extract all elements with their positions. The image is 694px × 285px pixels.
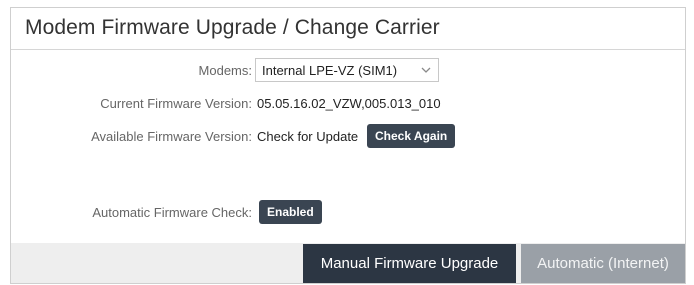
firmware-panel: Modem Firmware Upgrade / Change Carrier … <box>10 7 686 284</box>
current-version-label: Current Firmware Version: <box>100 96 252 111</box>
modems-label: Modems: <box>198 63 252 78</box>
modems-select[interactable]: Internal LPE-VZ (SIM1) <box>255 58 439 82</box>
auto-check-toggle-button[interactable]: Enabled <box>259 200 322 224</box>
panel-title: Modem Firmware Upgrade / Change Carrier <box>25 16 440 39</box>
title-divider <box>11 49 685 50</box>
auto-check-label: Automatic Firmware Check: <box>92 205 252 220</box>
available-version-label: Available Firmware Version: <box>91 129 252 144</box>
available-version-value: Check for Update <box>257 129 359 144</box>
check-again-button[interactable]: Check Again <box>367 124 456 148</box>
current-version-row: Current Firmware Version: 05.05.16.02_VZ… <box>11 91 685 117</box>
modems-select-value: Internal LPE-VZ (SIM1) <box>262 63 398 78</box>
automatic-upgrade-button[interactable]: Automatic (Internet) <box>521 244 685 283</box>
manual-upgrade-button[interactable]: Manual Firmware Upgrade <box>303 244 516 283</box>
current-version-value: 05.05.16.02_VZW,005.013_010 <box>257 96 441 111</box>
auto-check-row: Automatic Firmware Check: Enabled <box>11 200 685 226</box>
available-version-row: Available Firmware Version: Check for Up… <box>11 124 685 150</box>
modems-row: Modems: Internal LPE-VZ (SIM1) <box>11 58 685 84</box>
chevron-down-icon <box>421 67 431 73</box>
action-footer: Manual Firmware Upgrade Automatic (Inter… <box>11 243 685 283</box>
